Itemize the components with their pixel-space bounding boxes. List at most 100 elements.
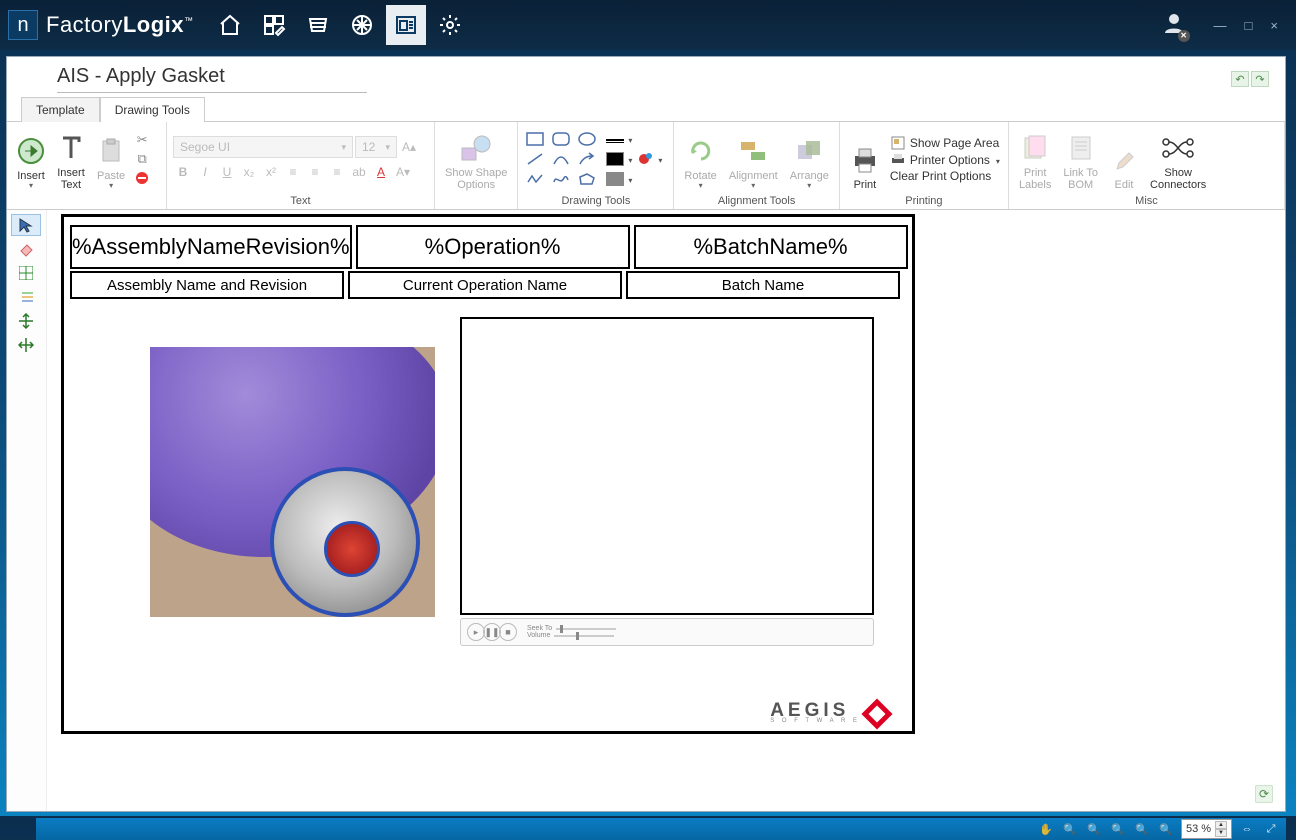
line-style-picker[interactable] xyxy=(606,130,632,148)
underline-icon[interactable]: U xyxy=(217,162,237,182)
status-fit-page-icon[interactable]: ⤢ xyxy=(1262,820,1280,838)
shape-line-icon[interactable] xyxy=(524,150,546,168)
pencil-icon xyxy=(1113,143,1135,177)
status-zoom-in-icon[interactable]: 🔍 xyxy=(1085,820,1103,838)
marker-style-picker[interactable] xyxy=(638,150,662,168)
clear-print-options-button[interactable]: Clear Print Options xyxy=(888,169,1002,183)
video-placeholder[interactable] xyxy=(460,317,874,615)
move-out-tool-icon[interactable] xyxy=(11,334,41,356)
seek-slider[interactable] xyxy=(556,628,616,630)
show-shape-options-button: Show Shape Options xyxy=(441,125,511,193)
volume-slider[interactable] xyxy=(554,635,614,637)
alignment-group-label: Alignment Tools xyxy=(680,194,832,207)
status-zoom-fit-icon[interactable]: 🔍 xyxy=(1133,820,1151,838)
line-color-picker[interactable] xyxy=(606,170,632,188)
status-zoom-out-icon[interactable]: 🔍 xyxy=(1109,820,1127,838)
brand-part1: Factory xyxy=(46,12,123,37)
italic-icon[interactable]: I xyxy=(195,162,215,182)
align-right-icon[interactable]: ≡ xyxy=(327,162,347,182)
instruction-photo[interactable] xyxy=(150,347,435,617)
close-button[interactable]: × xyxy=(1266,16,1282,35)
aegis-logo: AEGIS S O F T W A R E xyxy=(770,703,888,725)
inbox-icon[interactable] xyxy=(298,5,338,45)
maximize-button[interactable]: □ xyxy=(1241,16,1257,35)
show-page-area-button[interactable]: Show Page Area xyxy=(888,135,1002,151)
home-icon[interactable] xyxy=(210,5,250,45)
titlebar-toolbar xyxy=(210,5,470,45)
canvas-area[interactable]: %AssemblyNameRevision% %Operation% %Batc… xyxy=(47,210,1285,811)
batch-var-box[interactable]: %BatchName% xyxy=(634,225,908,269)
sub-icon[interactable]: x₂ xyxy=(239,162,259,182)
insert-text-button[interactable]: Insert Text xyxy=(53,125,89,193)
page-area-icon xyxy=(890,135,906,151)
pointer-tool-icon[interactable] xyxy=(11,214,41,236)
zoom-up-icon[interactable]: ▲ xyxy=(1215,821,1227,829)
print-button[interactable]: Print xyxy=(846,125,884,193)
status-fit-width-icon[interactable]: ⇔ xyxy=(1238,820,1256,838)
copy-icon[interactable]: ⧉ xyxy=(133,150,151,168)
cut-icon[interactable]: ✂ xyxy=(133,131,151,149)
shape-rect-icon[interactable] xyxy=(524,130,546,148)
status-zoom-actual-icon[interactable]: 🔍 xyxy=(1157,820,1175,838)
document-header: AIS - Apply Gasket ↶ ↷ xyxy=(7,57,1285,97)
assembly-label-box[interactable]: Assembly Name and Revision xyxy=(70,271,344,299)
aegis-logo-sub: S O F T W A R E xyxy=(770,718,860,724)
list-tool-icon[interactable] xyxy=(11,286,41,308)
insert-button[interactable]: Insert xyxy=(13,125,49,193)
printer-small-icon xyxy=(890,152,906,168)
align-center-icon[interactable]: ≡ xyxy=(305,162,325,182)
status-hand-icon[interactable]: ✋ xyxy=(1037,820,1055,838)
user-status-icon[interactable]: ✕ xyxy=(1162,11,1186,40)
grid-tool-icon[interactable] xyxy=(11,262,41,284)
arrange-icon xyxy=(795,134,823,168)
link-bom-icon xyxy=(1069,131,1093,165)
work-area: %AssemblyNameRevision% %Operation% %Batc… xyxy=(7,210,1285,811)
font-family-select[interactable]: Segoe UI▾ xyxy=(173,136,353,158)
zoom-level-box[interactable]: 53 % ▲▼ xyxy=(1181,819,1232,839)
redo-button[interactable]: ↷ xyxy=(1251,71,1269,87)
rotate-button: Rotate xyxy=(680,125,720,193)
refresh-canvas-icon[interactable]: ⟳ xyxy=(1255,785,1273,803)
highlight-icon[interactable]: ab xyxy=(349,162,369,182)
video-stop-icon[interactable]: ■ xyxy=(499,623,517,641)
undo-button[interactable]: ↶ xyxy=(1231,71,1249,87)
tab-template[interactable]: Template xyxy=(21,97,100,122)
font-grow-icon[interactable]: A▴ xyxy=(399,137,419,157)
shape-ellipse-icon[interactable] xyxy=(576,130,598,148)
shape-freeform-icon[interactable] xyxy=(550,170,572,188)
fill-color-picker[interactable] xyxy=(606,150,632,168)
grid-edit-icon[interactable] xyxy=(254,5,294,45)
operation-var-box[interactable]: %Operation% xyxy=(356,225,630,269)
batch-label-box[interactable]: Batch Name xyxy=(626,271,900,299)
document-view-icon[interactable] xyxy=(386,5,426,45)
delete-icon[interactable] xyxy=(133,169,151,187)
app-titlebar: n FactoryLogix™ ✕ — □ × xyxy=(0,0,1296,50)
settings-gear-icon[interactable] xyxy=(430,5,470,45)
font-size-select[interactable]: 12▾ xyxy=(355,136,397,158)
zoom-down-icon[interactable]: ▼ xyxy=(1215,829,1227,837)
tab-drawing-tools[interactable]: Drawing Tools xyxy=(100,97,205,122)
shape-curve-icon[interactable] xyxy=(550,150,572,168)
align-left-icon[interactable]: ≡ xyxy=(283,162,303,182)
status-zoom-region-icon[interactable]: 🔍 xyxy=(1061,820,1079,838)
rotate-icon xyxy=(687,134,715,168)
operation-label-box[interactable]: Current Operation Name xyxy=(348,271,622,299)
shape-arrow-icon[interactable] xyxy=(576,150,598,168)
move-in-tool-icon[interactable] xyxy=(11,310,41,332)
eraser-tool-icon[interactable] xyxy=(11,238,41,260)
minimize-button[interactable]: — xyxy=(1210,16,1231,35)
paste-button: Paste xyxy=(93,125,129,193)
printer-options-button[interactable]: Printer Options xyxy=(888,152,1002,168)
show-connectors-button[interactable]: Show Connectors xyxy=(1146,125,1210,193)
target-icon[interactable] xyxy=(342,5,382,45)
sup-icon[interactable]: x² xyxy=(261,162,281,182)
font-color-icon[interactable]: A xyxy=(371,162,391,182)
font-shrink-icon[interactable]: A▾ xyxy=(393,162,413,182)
bold-icon[interactable]: B xyxy=(173,162,193,182)
shape-roundrect-icon[interactable] xyxy=(550,130,572,148)
assembly-var-box[interactable]: %AssemblyNameRevision% xyxy=(70,225,352,269)
show-shape-options-label: Show Shape Options xyxy=(445,167,507,191)
shape-polyline-icon[interactable] xyxy=(524,170,546,188)
ribbon: Insert Insert Text Paste ✂ ⧉ xyxy=(7,122,1285,210)
shape-polygon-icon[interactable] xyxy=(576,170,598,188)
